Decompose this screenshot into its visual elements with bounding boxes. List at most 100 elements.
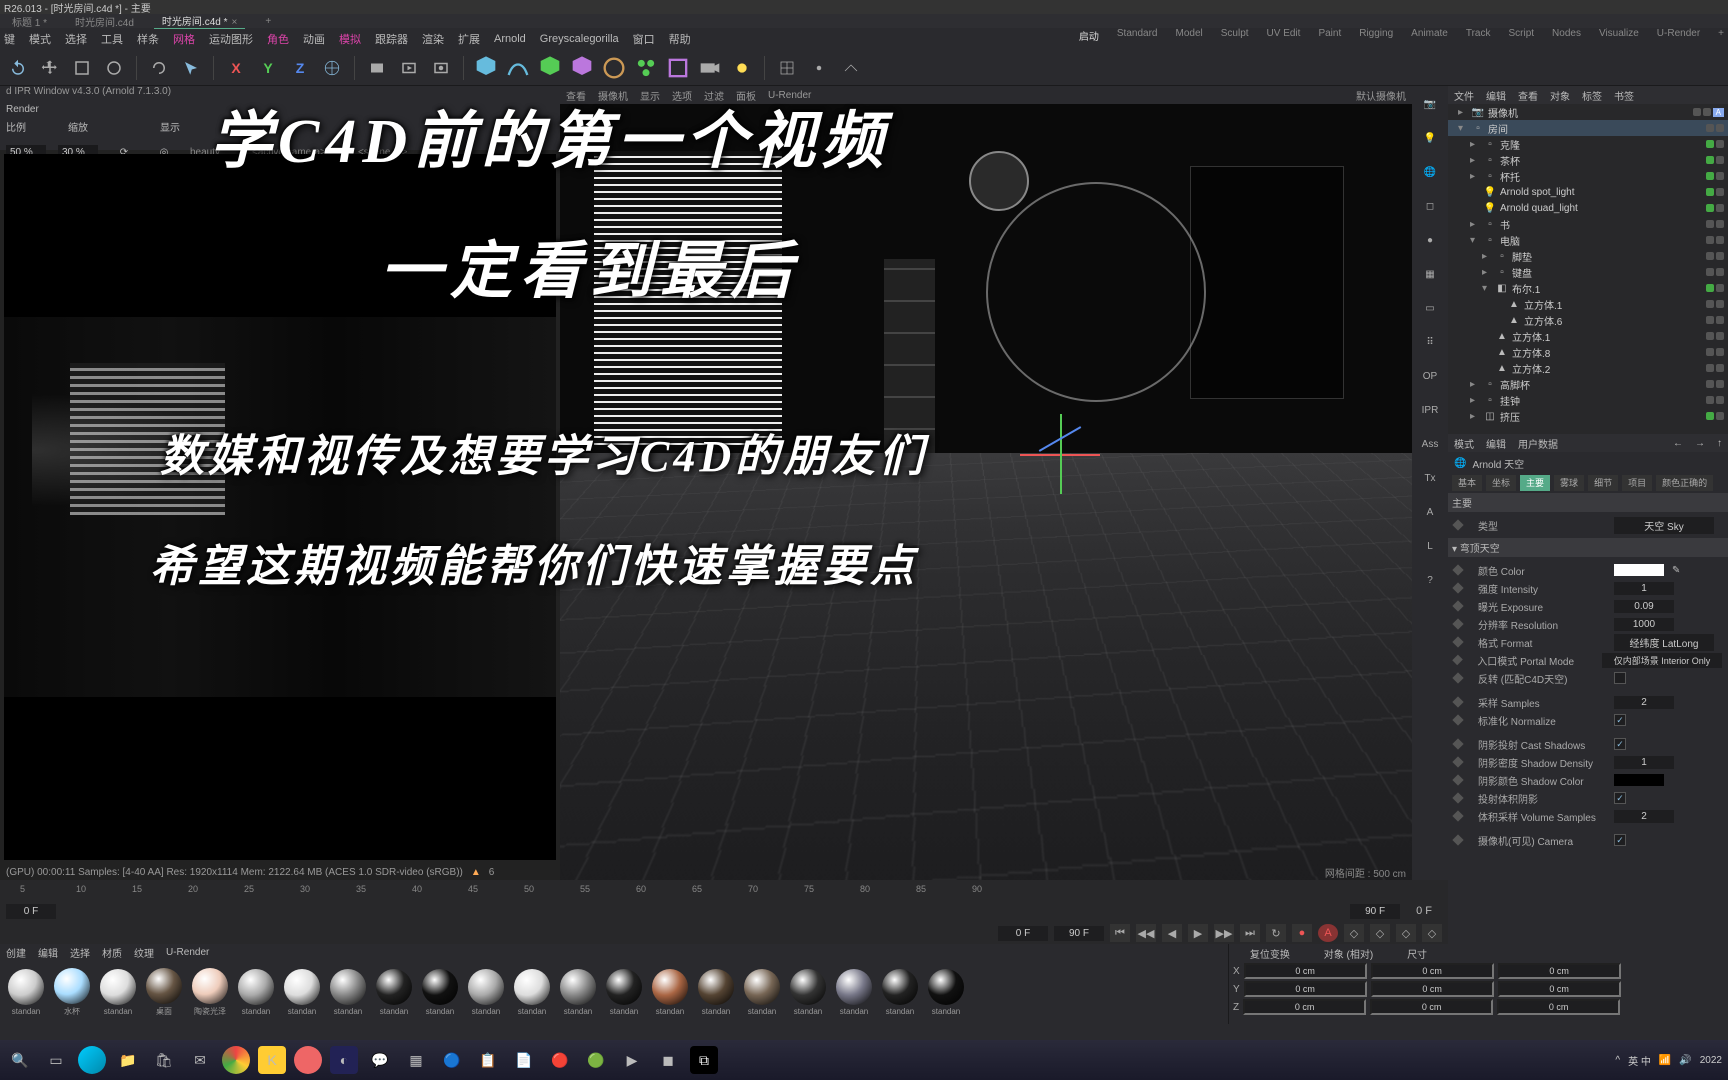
volume-icon[interactable]: [664, 54, 692, 82]
menu-item[interactable]: 键: [4, 31, 15, 47]
workplane-icon[interactable]: [837, 54, 865, 82]
attr-intensity-value[interactable]: 1: [1614, 582, 1674, 595]
material-item[interactable]: standan: [96, 969, 140, 1016]
coord-y-size2[interactable]: [1498, 981, 1621, 997]
om-item[interactable]: ▸ ▫ 克隆: [1448, 136, 1728, 152]
coord-x-pos[interactable]: [1244, 963, 1367, 979]
mat-tab[interactable]: 选择: [70, 945, 90, 960]
material-item[interactable]: 陶瓷光泽: [188, 968, 232, 1017]
om-item[interactable]: ▸ ▫ 键盘: [1448, 264, 1728, 280]
deformer-icon[interactable]: [568, 54, 596, 82]
warning-icon[interactable]: ▲: [471, 867, 481, 878]
layout-tab[interactable]: Model: [1175, 28, 1202, 43]
mat-tab[interactable]: 材质: [102, 945, 122, 960]
app-icon[interactable]: 📄: [510, 1046, 538, 1074]
sidebar-a[interactable]: A: [1416, 498, 1444, 526]
sidebar-noise-icon[interactable]: ▦: [1416, 260, 1444, 288]
add-tab-icon[interactable]: +: [257, 16, 279, 27]
material-item[interactable]: standan: [510, 969, 554, 1016]
om-item[interactable]: ▸ ▫ 脚垫: [1448, 248, 1728, 264]
material-item[interactable]: standan: [924, 969, 968, 1016]
vp-camera-label[interactable]: 默认摄像机: [1356, 88, 1406, 103]
menu-item[interactable]: Greyscalegorilla: [540, 33, 619, 45]
layout-tab[interactable]: 启动: [1079, 28, 1099, 43]
attr-format-value[interactable]: 经纬度 LatLong: [1614, 634, 1714, 651]
key-rot-icon[interactable]: ◇: [1396, 924, 1416, 942]
menu-item[interactable]: 扩展: [458, 31, 480, 47]
tray-volume-icon[interactable]: 🔊: [1679, 1055, 1691, 1066]
vp-menu-item[interactable]: 选项: [672, 88, 692, 103]
prev-key-icon[interactable]: ◀◀: [1136, 924, 1156, 942]
ipr-render-menu[interactable]: Render: [6, 104, 39, 115]
attr-subtab[interactable]: 雾球: [1554, 475, 1584, 491]
timeline-end-input[interactable]: [1054, 926, 1104, 941]
search-icon[interactable]: 🔍: [6, 1046, 34, 1074]
attr-normalize-check[interactable]: [1614, 714, 1626, 726]
attr-camera-check[interactable]: [1614, 834, 1626, 846]
coord-z-pos[interactable]: [1243, 999, 1366, 1015]
attr-subtab[interactable]: 基本: [1452, 475, 1482, 491]
layout-tab[interactable]: U-Render: [1657, 28, 1700, 43]
close-tab-icon[interactable]: ×: [232, 17, 238, 28]
coord-reset[interactable]: 复位变换: [1250, 946, 1290, 961]
edge-icon[interactable]: [78, 1046, 106, 1074]
layout-tab[interactable]: UV Edit: [1267, 28, 1301, 43]
sidebar-tx[interactable]: Tx: [1416, 464, 1444, 492]
om-item[interactable]: ▾ ◧ 布尔.1: [1448, 280, 1728, 296]
attr-subtab[interactable]: 项目: [1622, 475, 1652, 491]
select-icon[interactable]: [177, 54, 205, 82]
rotate-icon[interactable]: [100, 54, 128, 82]
move-icon[interactable]: [36, 54, 64, 82]
layout-tab[interactable]: Script: [1508, 28, 1534, 43]
task-view-icon[interactable]: ▭: [42, 1046, 70, 1074]
app-icon[interactable]: 📋: [474, 1046, 502, 1074]
om-item[interactable]: ▲ 立方体.1: [1448, 328, 1728, 344]
attr-volsamples-value[interactable]: 2: [1614, 810, 1674, 823]
undo-icon[interactable]: [4, 54, 32, 82]
attr-exposure-value[interactable]: 0.09: [1614, 600, 1674, 613]
system-tray[interactable]: ^ 英 中 📶 🔊 2022: [1615, 1053, 1722, 1068]
goto-start-icon[interactable]: ⏮: [1110, 924, 1130, 942]
sidebar-light-icon[interactable]: 💡: [1416, 124, 1444, 152]
explorer-icon[interactable]: 📁: [114, 1046, 142, 1074]
om-item[interactable]: 💡 Arnold spot_light: [1448, 184, 1728, 200]
key-param-icon[interactable]: ◇: [1422, 924, 1442, 942]
nav-up-icon[interactable]: ↑: [1717, 438, 1722, 449]
play-icon[interactable]: ▶: [1188, 924, 1208, 942]
render-icon[interactable]: [363, 54, 391, 82]
om-item[interactable]: ▲ 立方体.1: [1448, 296, 1728, 312]
material-item[interactable]: standan: [878, 969, 922, 1016]
menu-item[interactable]: 窗口: [633, 31, 655, 47]
app-icon[interactable]: 🔵: [438, 1046, 466, 1074]
c4d-icon[interactable]: ◐: [330, 1046, 358, 1074]
material-item[interactable]: 桌面: [142, 968, 186, 1017]
wechat-icon[interactable]: 💬: [366, 1046, 394, 1074]
file-tab[interactable]: 标题 1 *: [4, 14, 55, 29]
generator-icon[interactable]: [536, 54, 564, 82]
timeline-start-input[interactable]: [6, 904, 56, 919]
file-tab-active[interactable]: 时光房间.c4d *×: [154, 13, 245, 29]
material-item[interactable]: 水杯: [50, 968, 94, 1017]
layout-tab[interactable]: Rigging: [1359, 28, 1393, 43]
vp-menu-item[interactable]: 摄像机: [598, 88, 628, 103]
timeline-current-input[interactable]: [998, 926, 1048, 941]
material-item[interactable]: standan: [602, 969, 646, 1016]
axis-gizmo[interactable]: [1020, 414, 1100, 494]
vp-menu-item[interactable]: 显示: [640, 88, 660, 103]
material-item[interactable]: standan: [464, 969, 508, 1016]
world-icon[interactable]: [318, 54, 346, 82]
sidebar-help-icon[interactable]: ?: [1416, 566, 1444, 594]
sidebar-ipr[interactable]: IPR: [1416, 396, 1444, 424]
sidebar-l[interactable]: L: [1416, 532, 1444, 560]
attr-subtab[interactable]: 坐标: [1486, 475, 1516, 491]
cloner-icon[interactable]: [632, 54, 660, 82]
menu-item[interactable]: 帮助: [669, 31, 691, 47]
attr-resolution-value[interactable]: 1000: [1614, 618, 1674, 631]
om-tab[interactable]: 对象: [1550, 88, 1570, 103]
menu-item[interactable]: 跟踪器: [375, 31, 408, 47]
vp-menu-item[interactable]: 查看: [566, 88, 586, 103]
axis-x-toggle[interactable]: X: [222, 54, 250, 82]
menu-item[interactable]: 动画: [303, 31, 325, 47]
layout-tab[interactable]: Visualize: [1599, 28, 1639, 43]
timeline-rangeend-input[interactable]: [1350, 904, 1400, 919]
